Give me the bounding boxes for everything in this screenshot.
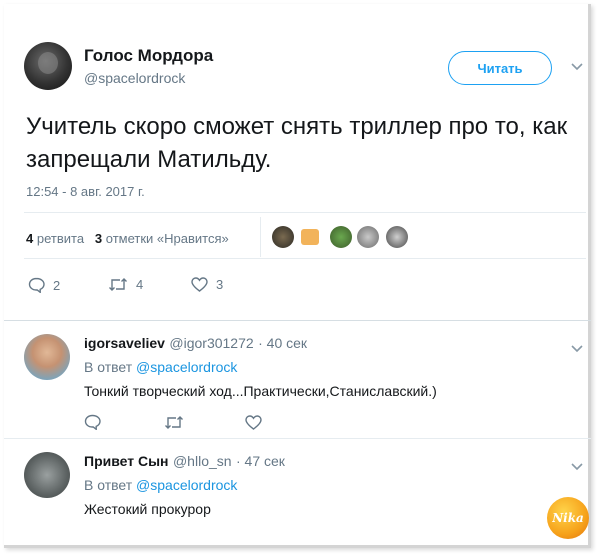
tweet-card: Голос Мордора @spacelordrock Читать Учит…: [4, 4, 591, 548]
reply-time[interactable]: · 40 сек: [258, 335, 307, 351]
reply-icon[interactable]: [28, 277, 45, 293]
heart-icon[interactable]: [191, 277, 208, 292]
reply-action[interactable]: 2: [28, 277, 60, 293]
retweet-icon[interactable]: [108, 277, 128, 292]
reply-to-prefix: В ответ: [84, 477, 133, 493]
retweet-action[interactable]: 4: [108, 277, 143, 292]
author-name[interactable]: Голос Мордора: [84, 46, 213, 66]
liker-avatar[interactable]: [301, 229, 319, 245]
retweet-icon[interactable]: [164, 415, 184, 435]
tweet-timestamp[interactable]: 12:54 - 8 авг. 2017 г.: [26, 184, 145, 199]
liker-avatar[interactable]: [330, 226, 352, 248]
chevron-down-icon[interactable]: [571, 340, 583, 358]
liker-avatar[interactable]: [357, 226, 379, 248]
author-handle[interactable]: @spacelordrock: [84, 70, 185, 86]
reply-to-line: В ответ @spacelordrock: [84, 359, 237, 375]
like-count: 3: [216, 277, 224, 292]
reply-avatar[interactable]: [24, 334, 70, 380]
watermark-logo: Nika: [547, 497, 589, 539]
reply-to-prefix: В ответ: [84, 359, 133, 375]
divider: [24, 212, 586, 213]
reply-to-link[interactable]: @spacelordrock: [136, 477, 237, 493]
reply-time[interactable]: · 47 сек: [236, 453, 285, 469]
liker-avatar[interactable]: [272, 226, 294, 248]
chevron-down-icon[interactable]: [571, 59, 583, 74]
chevron-down-icon[interactable]: [571, 458, 583, 476]
follow-button[interactable]: Читать: [448, 51, 552, 85]
liker-avatar[interactable]: [386, 226, 408, 248]
likes-count[interactable]: 3: [95, 231, 102, 246]
heart-icon[interactable]: [245, 415, 262, 435]
reply-header: Привет Сын @hllo_sn · 47 сек: [84, 453, 285, 471]
reply-author-name[interactable]: igorsaveliev: [84, 335, 165, 351]
likes-label[interactable]: отметки «Нравится»: [106, 231, 229, 246]
reply-avatar[interactable]: [24, 452, 70, 498]
reply-author-handle[interactable]: @igor301272: [169, 335, 253, 351]
retweet-count: 4: [136, 277, 144, 292]
reply-author-handle[interactable]: @hllo_sn: [173, 453, 232, 469]
tweet-stats: 4 ретвита 3 отметки «Нравится»: [26, 231, 229, 246]
reply-header: igorsaveliev @igor301272 · 40 сек: [84, 335, 307, 353]
divider: [4, 320, 591, 321]
reply-author-name[interactable]: Привет Сын: [84, 453, 169, 469]
reply-to-link[interactable]: @spacelordrock: [136, 359, 237, 375]
retweets-label[interactable]: ретвита: [37, 231, 84, 246]
reply-text: Тонкий творческий ход...Практически,Стан…: [84, 383, 437, 399]
tweet-text: Учитель скоро сможет снять триллер про т…: [26, 113, 568, 173]
reply-to-line: В ответ @spacelordrock: [84, 477, 237, 493]
reply-count: 2: [53, 277, 61, 293]
like-action[interactable]: 3: [191, 277, 223, 292]
reply-text: Жестокий прокурор: [84, 501, 211, 517]
divider: [24, 258, 586, 259]
retweets-count[interactable]: 4: [26, 231, 33, 246]
reply-icon[interactable]: [84, 414, 101, 435]
divider: [4, 438, 591, 439]
stats-separator: [260, 217, 261, 257]
author-avatar[interactable]: [24, 42, 72, 90]
